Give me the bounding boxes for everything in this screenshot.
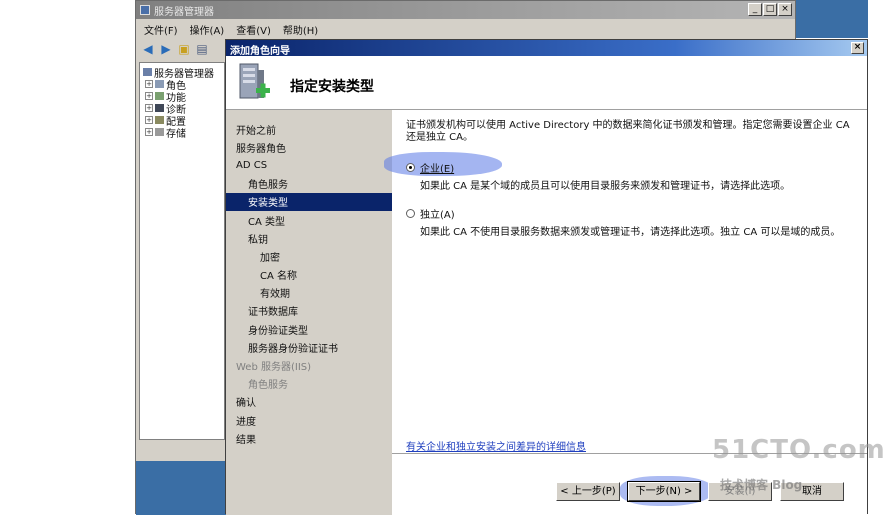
expand-icon[interactable]: + bbox=[145, 104, 153, 112]
up-folder-icon[interactable]: ▣ bbox=[177, 42, 191, 56]
step-ad-cs[interactable]: AD CS bbox=[226, 156, 392, 174]
step-before-you-begin[interactable]: 开始之前 bbox=[226, 120, 392, 138]
menu-view[interactable]: 查看(V) bbox=[236, 22, 271, 37]
menu-file[interactable]: 文件(F) bbox=[144, 22, 178, 37]
step-ca-type[interactable]: CA 类型 bbox=[226, 211, 392, 229]
step-results[interactable]: 结果 bbox=[226, 429, 392, 447]
step-authentication-type[interactable]: 身份验证类型 bbox=[226, 320, 392, 338]
option-enterprise[interactable]: 企业(E) 如果此 CA 是某个域的成员且可以使用目录服务来颁发和管理证书，请选… bbox=[384, 152, 791, 192]
step-web-server-iis: Web 服务器(IIS) bbox=[236, 362, 312, 374]
watermark-tagline: 技术博客 Blog bbox=[720, 478, 803, 492]
enterprise-description: 如果此 CA 是某个域的成员且可以使用目录服务来颁发和管理证书，请选择此选项。 bbox=[420, 181, 791, 192]
toolbar: ◀ ▶ ▣ ▤ bbox=[136, 39, 231, 59]
step-server-roles[interactable]: 服务器角色 bbox=[226, 138, 392, 156]
next-button[interactable]: 下一步(N) > bbox=[627, 481, 701, 502]
menu-bar: 文件(F) 操作(A) 查看(V) 帮助(H) bbox=[136, 19, 795, 39]
features-icon bbox=[155, 92, 164, 100]
maximize-button[interactable]: □ bbox=[763, 3, 777, 16]
expand-icon[interactable]: + bbox=[145, 116, 153, 124]
step-confirmation[interactable]: 确认 bbox=[226, 393, 392, 411]
navigation-tree: 服务器管理器 + 角色 + 功能 + 诊断 + 配置 + 存储 bbox=[139, 62, 225, 440]
diagnostics-icon bbox=[155, 104, 164, 112]
main-title-bar[interactable]: 服务器管理器 _ □ × bbox=[136, 1, 795, 19]
step-cryptography[interactable]: 加密 bbox=[226, 247, 392, 265]
expand-icon[interactable]: + bbox=[145, 92, 153, 100]
roles-icon bbox=[155, 80, 164, 88]
option-standalone[interactable]: 独立(A) 如果此 CA 不使用目录服务数据来颁发或管理证书，请选择此选项。独立… bbox=[406, 206, 840, 238]
step-certificate-database[interactable]: 证书数据库 bbox=[226, 302, 392, 320]
tree-item-storage[interactable]: + 存储 bbox=[143, 126, 221, 140]
step-progress[interactable]: 进度 bbox=[226, 411, 392, 429]
step-validity-period[interactable]: 有效期 bbox=[226, 284, 392, 302]
server-add-icon bbox=[239, 63, 270, 99]
step-role-services[interactable]: 角色服务 bbox=[226, 175, 392, 193]
desktop-background bbox=[796, 0, 868, 38]
details-link[interactable]: 有关企业和独立安装之间差异的详细信息 bbox=[406, 438, 586, 453]
server-manager-icon bbox=[140, 5, 150, 15]
expand-icon[interactable]: + bbox=[145, 80, 153, 88]
minimize-button[interactable]: _ bbox=[748, 3, 762, 16]
wizard-content: 证书颁发机构可以使用 Active Directory 中的数据来简化证书颁发和… bbox=[384, 110, 867, 453]
expand-icon[interactable]: + bbox=[145, 128, 153, 136]
back-button[interactable]: < 上一步(P) bbox=[556, 482, 620, 501]
server-icon bbox=[143, 68, 152, 76]
storage-icon bbox=[155, 128, 164, 136]
enterprise-label[interactable]: 企业(E) bbox=[420, 160, 454, 175]
configuration-icon bbox=[155, 116, 164, 124]
watermark-logo: 51CTO.com bbox=[712, 435, 886, 465]
step-iis-role-services: 角色服务 bbox=[248, 380, 288, 392]
standalone-description: 如果此 CA 不使用目录服务数据来颁发或管理证书，请选择此选项。独立 CA 可以… bbox=[420, 227, 841, 238]
forward-arrow-icon[interactable]: ▶ bbox=[159, 42, 173, 56]
wizard-title-bar[interactable]: 添加角色向导 × bbox=[226, 40, 867, 57]
step-private-key[interactable]: 私钥 bbox=[226, 229, 392, 247]
wizard-header: 指定安装类型 bbox=[226, 56, 867, 110]
wizard-close-button[interactable]: × bbox=[851, 42, 864, 54]
standalone-label[interactable]: 独立(A) bbox=[420, 206, 455, 221]
main-window-title: 服务器管理器 bbox=[154, 6, 214, 18]
menu-action[interactable]: 操作(A) bbox=[190, 22, 225, 37]
intro-text: 证书颁发机构可以使用 Active Directory 中的数据来简化证书颁发和… bbox=[406, 120, 850, 143]
console-tree-icon[interactable]: ▤ bbox=[195, 42, 209, 56]
desktop-background-lower bbox=[136, 461, 226, 515]
step-ca-name[interactable]: CA 名称 bbox=[226, 266, 392, 284]
step-setup-type[interactable]: 安装类型 bbox=[226, 192, 392, 211]
step-server-auth-certificate[interactable]: 服务器身份验证证书 bbox=[226, 338, 392, 356]
back-arrow-icon[interactable]: ◀ bbox=[141, 42, 155, 56]
page-title: 指定安装类型 bbox=[290, 79, 374, 95]
close-button[interactable]: × bbox=[778, 3, 792, 16]
standalone-radio[interactable] bbox=[406, 209, 415, 218]
enterprise-radio[interactable] bbox=[406, 163, 415, 172]
menu-help[interactable]: 帮助(H) bbox=[283, 22, 318, 37]
wizard-step-list: 开始之前 服务器角色 AD CS 角色服务 安装类型 CA 类型 私钥 加密 C… bbox=[226, 110, 392, 515]
